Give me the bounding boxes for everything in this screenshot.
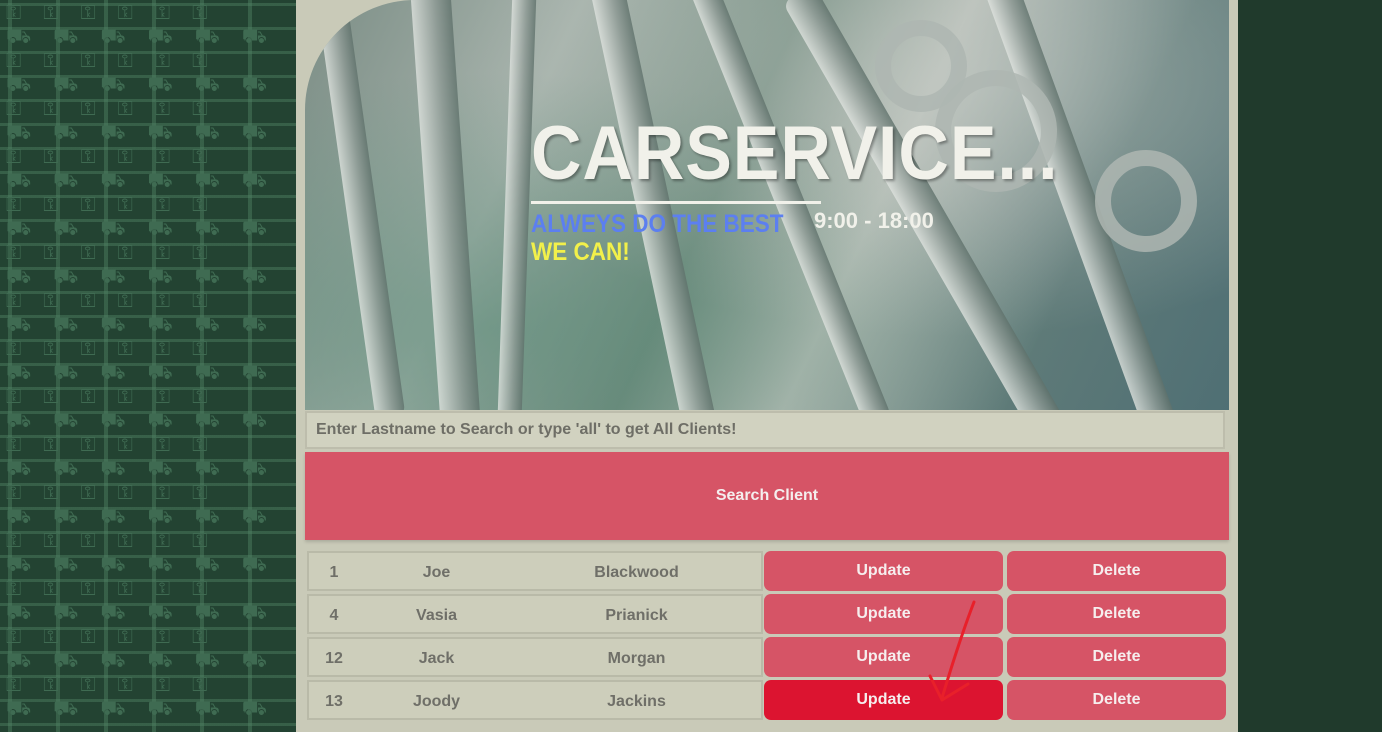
socket-image — [875, 20, 967, 112]
search-client-button[interactable]: Search Client — [305, 452, 1229, 540]
delete-button[interactable]: Delete — [1007, 551, 1226, 591]
client-info: 4 Vasia Prianick — [307, 594, 763, 634]
update-button[interactable]: Update — [764, 594, 1003, 634]
client-firstname: Joody — [412, 693, 461, 710]
delete-button[interactable]: Delete — [1007, 637, 1226, 677]
wrench-image — [585, 0, 719, 410]
delete-button[interactable]: Delete — [1007, 680, 1226, 720]
car-key-pattern-icon: ⚿⚿⚿⚿⚿⚿ ⛟⛟⛟⛟⛟⛟ ⚿⚿⚿⚿⚿⚿ ⛟⛟⛟⛟⛟⛟ ⚿⚿⚿⚿⚿⚿ ⛟⛟⛟⛟⛟… — [6, 0, 289, 720]
socket-image — [1095, 150, 1197, 252]
table-row: 4 Vasia Prianick Update Delete — [307, 594, 1227, 634]
table-row: 12 Jack Morgan Update Delete — [307, 637, 1227, 677]
wrench-image — [409, 0, 481, 410]
wrench-image — [314, 0, 406, 410]
client-id: 13 — [325, 693, 343, 710]
client-lastname: Blackwood — [594, 564, 679, 581]
client-lastname: Prianick — [605, 607, 668, 624]
client-id: 4 — [329, 607, 339, 624]
client-firstname: Joe — [422, 564, 451, 581]
update-button[interactable]: Update — [764, 551, 1003, 591]
tagline-line1: ALWEYS DO THE BEST — [531, 210, 784, 238]
client-info: 12 Jack Morgan — [307, 637, 763, 677]
table-row: 1 Joe Blackwood Update Delete — [307, 551, 1227, 591]
client-id: 12 — [325, 650, 343, 667]
client-lastname: Jackins — [607, 693, 666, 710]
tagline-line2: WE CAN! — [531, 238, 630, 266]
client-info: 1 Joe Blackwood — [307, 551, 763, 591]
wrench-image — [497, 0, 537, 410]
site-title: CARSERVICE... — [531, 111, 1059, 196]
right-margin — [1238, 0, 1382, 732]
client-id: 1 — [329, 564, 339, 581]
lastname-search-input[interactable] — [305, 411, 1225, 449]
opening-hours: 9:00 - 18:00 — [814, 208, 934, 233]
update-button[interactable]: Update — [764, 680, 1003, 720]
title-underline — [531, 201, 821, 204]
client-lastname: Morgan — [607, 650, 666, 667]
main-panel: CARSERVICE... ALWEYS DO THE BEST WE CAN!… — [296, 0, 1238, 732]
client-table: 1 Joe Blackwood Update Delete 4 Vasia Pr… — [307, 551, 1227, 723]
hero-banner: CARSERVICE... ALWEYS DO THE BEST WE CAN!… — [305, 0, 1229, 410]
table-row: 13 Joody Jackins Update Delete — [307, 680, 1227, 720]
update-button[interactable]: Update — [764, 637, 1003, 677]
client-firstname: Jack — [418, 650, 455, 667]
client-info: 13 Joody Jackins — [307, 680, 763, 720]
client-firstname: Vasia — [416, 607, 457, 624]
delete-button[interactable]: Delete — [1007, 594, 1226, 634]
wrench-image — [686, 0, 892, 410]
